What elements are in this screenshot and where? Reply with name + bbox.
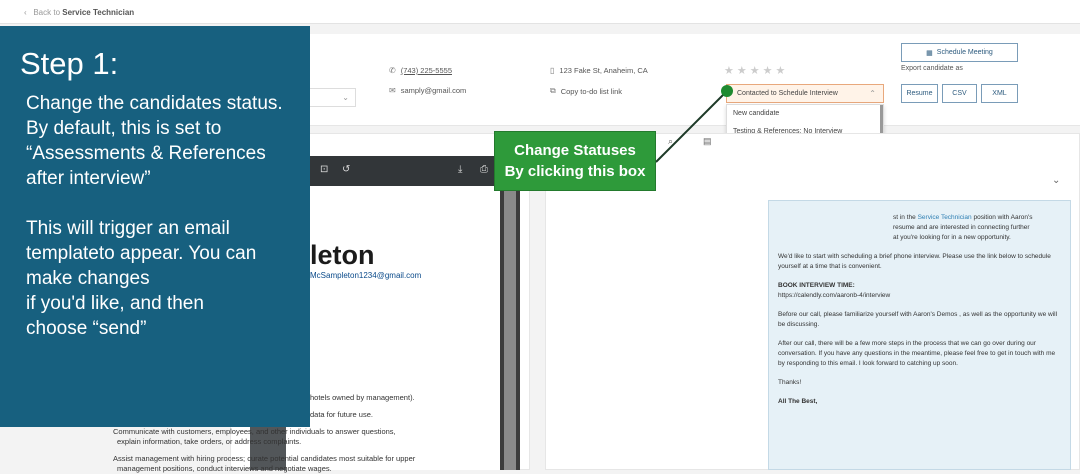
callout-dot bbox=[721, 85, 733, 97]
callout-connector bbox=[655, 85, 733, 163]
callout-box: Change Statuses By clicking this box bbox=[494, 131, 656, 191]
callout-line1: Change Statuses bbox=[514, 142, 636, 159]
callout-line2: By clicking this box bbox=[504, 163, 646, 180]
